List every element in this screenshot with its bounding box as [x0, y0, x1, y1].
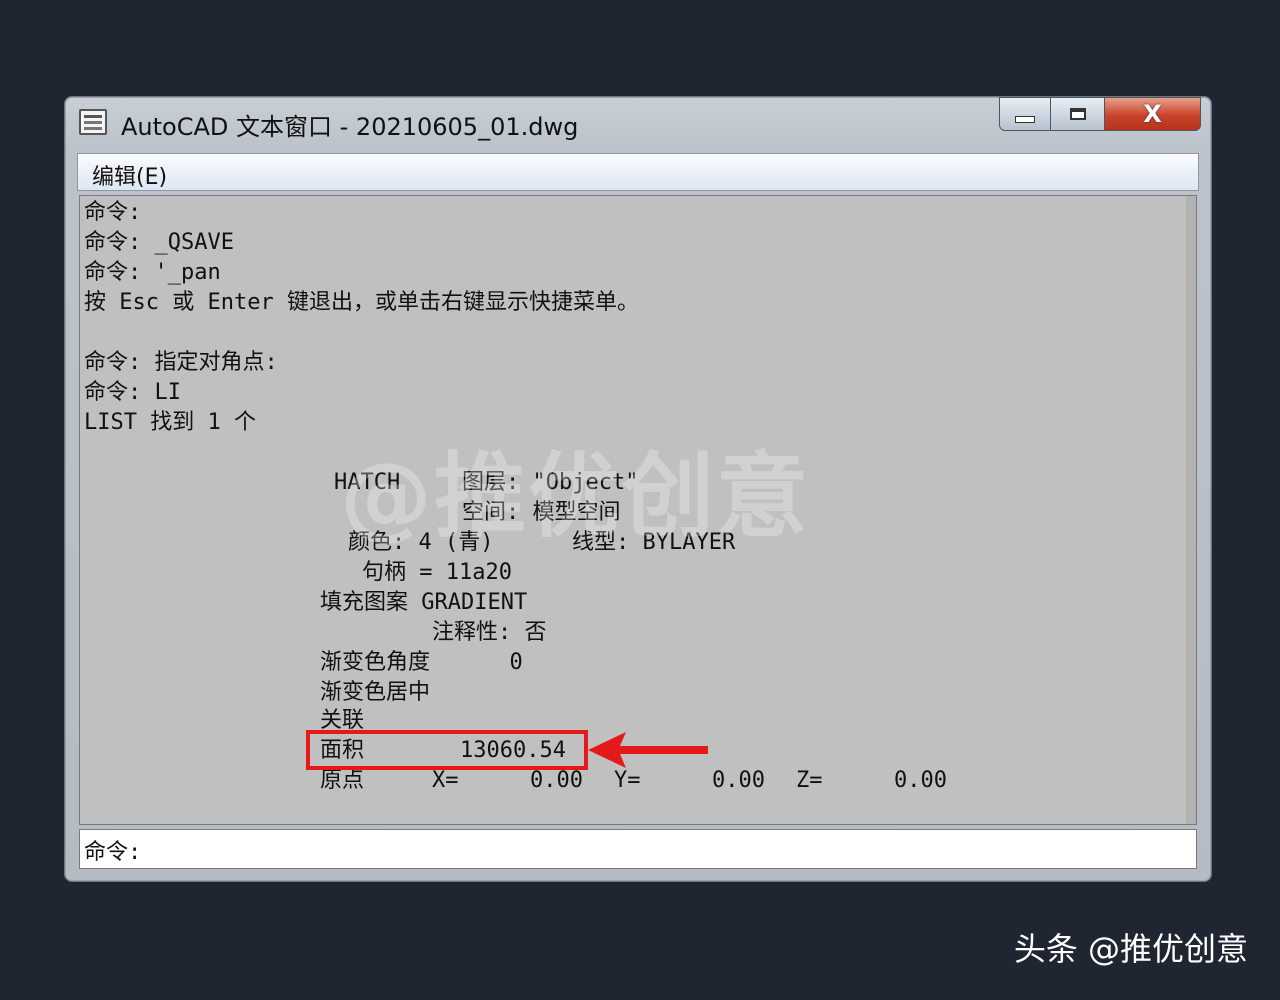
hatch-linetype: 线型: BYLAYER [572, 530, 736, 555]
minimize-button[interactable] [999, 97, 1051, 131]
origin-z-value: 0.00 [894, 768, 947, 793]
hatch-origin-label: 原点 [320, 768, 365, 793]
footer-watermark: 头条 @推优创意 [1013, 930, 1248, 968]
command-line[interactable]: 命令: [79, 829, 1197, 869]
hatch-layer: 图层: "Object" [462, 470, 639, 495]
red-arrow-icon [588, 732, 708, 768]
command-history[interactable]: 命令: 命令: _QSAVE 命令: '_pan 按 Esc 或 Enter 键… [79, 195, 1197, 825]
autocad-window-icon[interactable] [79, 109, 107, 135]
minimize-icon [1015, 115, 1035, 123]
history-line: 命令: 指定对角点: [84, 350, 278, 375]
history-line: LIST 找到 1 个 [84, 410, 256, 435]
text-window: AutoCAD 文本窗口 - 20210605_01.dwg X 编辑(E) 命… [64, 96, 1212, 882]
history-line: 命令: '_pan [84, 260, 221, 285]
origin-x-label: X= [432, 768, 459, 793]
hatch-gradient-angle: 渐变色角度 0 [320, 650, 523, 675]
hatch-space: 空间: 模型空间 [462, 500, 621, 525]
hatch-fill-pattern: 填充图案 GRADIENT [320, 590, 528, 615]
history-line: 按 Esc 或 Enter 键退出，或单击右键显示快捷菜单。 [84, 290, 639, 315]
hatch-handle: 句柄 = 11a20 [362, 560, 512, 585]
hatch-annotative: 注释性: 否 [432, 620, 547, 645]
close-button[interactable]: X [1105, 97, 1201, 131]
history-line: 命令: LI [84, 380, 181, 405]
command-input[interactable] [150, 832, 1184, 866]
history-line: 命令: _QSAVE [84, 230, 234, 255]
close-icon: X [1143, 100, 1162, 128]
history-line: 命令: [84, 200, 142, 225]
origin-x-value: 0.00 [530, 768, 583, 793]
menu-edit[interactable]: 编辑(E) [92, 159, 167, 191]
window-title: AutoCAD 文本窗口 - 20210605_01.dwg [121, 113, 579, 141]
hatch-color: 颜色: 4 (青) [348, 530, 494, 555]
menu-bar: 编辑(E) [77, 153, 1199, 191]
caption-buttons: X [999, 97, 1201, 133]
hatch-type: HATCH [334, 470, 401, 495]
maximize-button[interactable] [1051, 97, 1105, 131]
origin-y-value: 0.00 [712, 768, 765, 793]
origin-z-label: Z= [796, 768, 823, 793]
hatch-gradient-center: 渐变色居中 [320, 680, 431, 705]
maximize-icon [1069, 108, 1086, 120]
area-highlight-box [306, 730, 588, 770]
vertical-scrollbar[interactable] [1186, 196, 1196, 824]
title-bar[interactable]: AutoCAD 文本窗口 - 20210605_01.dwg X [65, 97, 1211, 149]
command-prompt: 命令: [84, 840, 142, 865]
